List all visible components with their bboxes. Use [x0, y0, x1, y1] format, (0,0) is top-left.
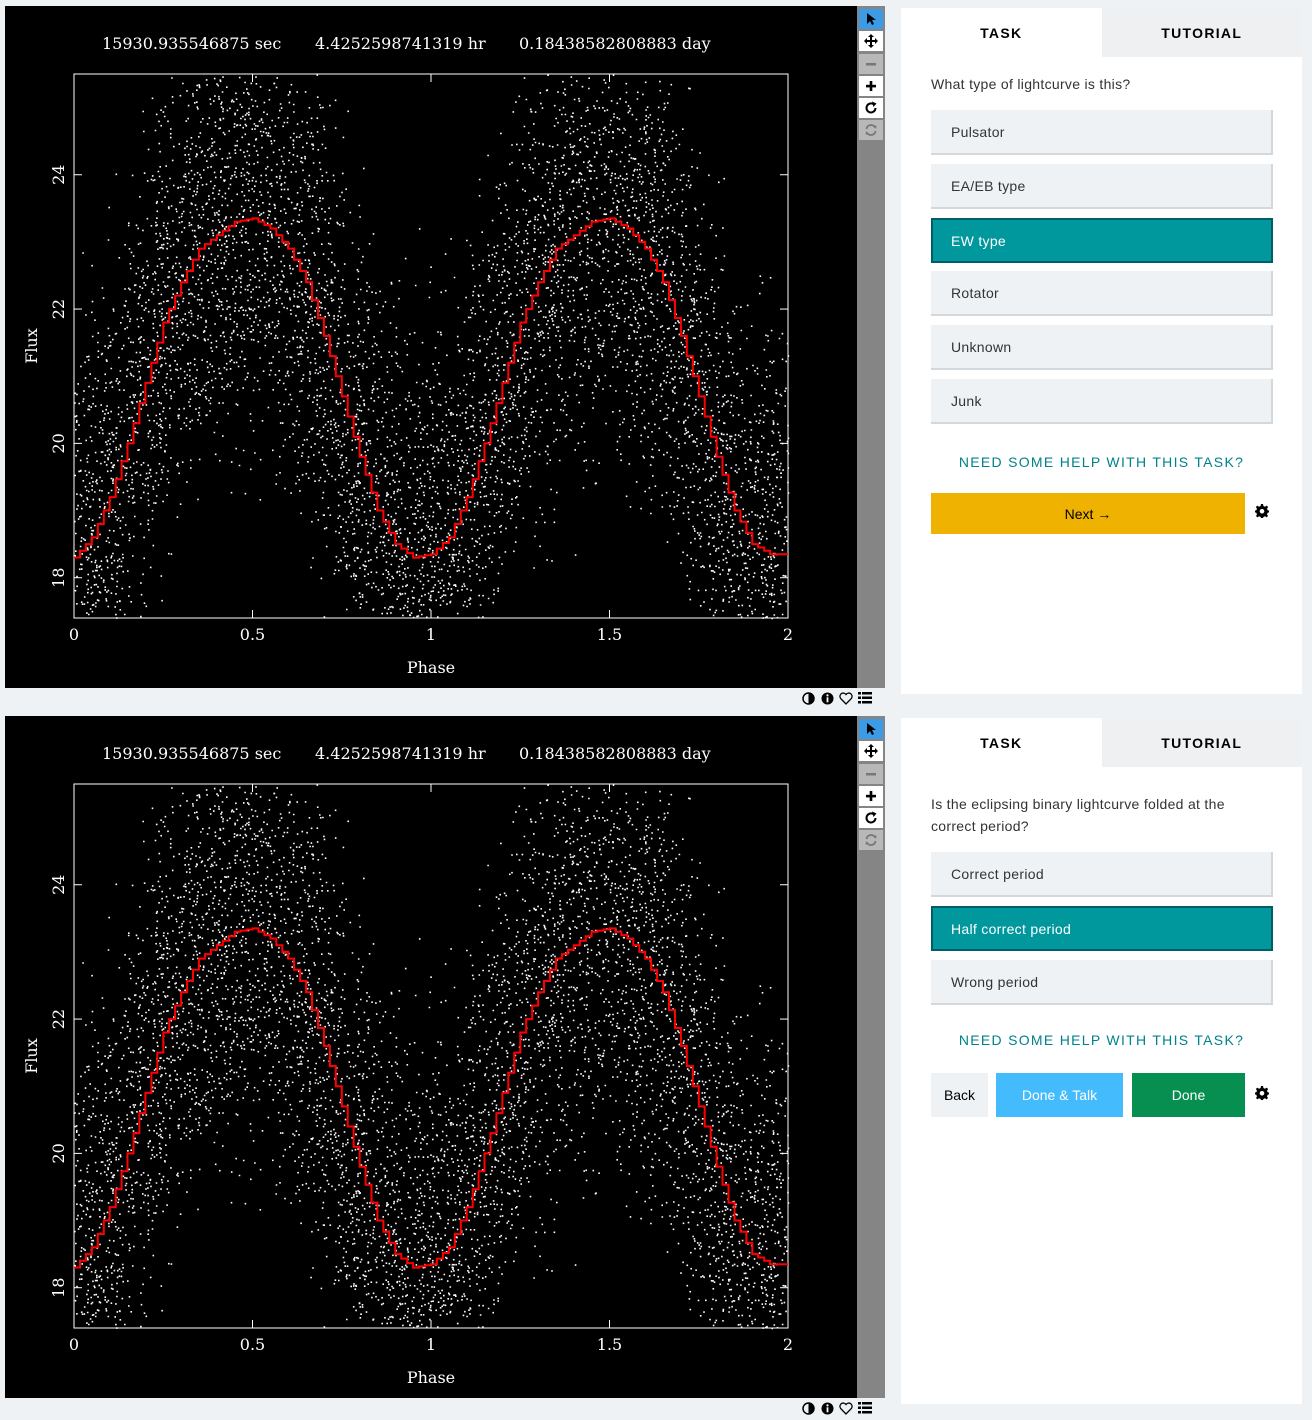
x-tick-label: 1.5 — [597, 625, 622, 644]
tab-task[interactable]: TASK — [901, 718, 1102, 767]
gear-icon[interactable] — [1255, 1086, 1269, 1103]
y-tick-label: 22 — [49, 1009, 68, 1029]
x-tick-label: 2 — [783, 625, 793, 644]
invert-icon[interactable] — [801, 691, 815, 705]
tab-task[interactable]: TASK — [901, 8, 1102, 57]
lightcurve-plot: 15930.935546875 sec 4.4252598741319 hr 0.1… — [22, 744, 793, 1387]
lightcurve-viewer[interactable]: 15930.935546875 sec 4.4252598741319 hr 0.1… — [5, 6, 857, 688]
answer-pulsator[interactable]: Pulsator — [931, 110, 1273, 155]
x-tick-label: 0.5 — [240, 625, 265, 644]
y-tick-label: 24 — [49, 875, 68, 895]
answer-junk[interactable]: Junk — [931, 379, 1273, 424]
observed-points — [74, 784, 790, 1330]
x-tick-label: 0 — [69, 625, 79, 644]
pan-icon[interactable] — [859, 31, 883, 51]
info-icon[interactable] — [820, 1401, 834, 1415]
period-days: 0.18438582808883 day — [519, 34, 711, 53]
answer-ea-eb-type[interactable]: EA/EB type — [931, 164, 1273, 209]
observed-points — [74, 74, 790, 620]
info-icon[interactable] — [820, 691, 834, 705]
task-question: Is the eclipsing binary lightcurve folde… — [931, 796, 1225, 834]
period-days: 0.18438582808883 day — [519, 744, 711, 763]
pointer-icon[interactable] — [859, 9, 883, 29]
subject-actions — [801, 690, 887, 706]
viewer-toolbar — [857, 6, 885, 688]
answer-rotator[interactable]: Rotator — [931, 271, 1273, 316]
y-axis-label: Flux — [22, 1038, 41, 1074]
tab-tutorial[interactable]: TUTORIAL — [1101, 718, 1302, 767]
x-tick-label: 2 — [783, 1335, 793, 1354]
lightcurve-plot: 15930.935546875 sec 4.4252598741319 hr 0.1… — [22, 34, 793, 677]
zoom-out-icon[interactable] — [859, 764, 883, 784]
y-tick-label: 24 — [49, 165, 68, 185]
answer-wrong-period[interactable]: Wrong period — [931, 960, 1273, 1005]
pointer-icon[interactable] — [859, 719, 883, 739]
y-axis-label: Flux — [22, 328, 41, 364]
classification-panel-1: 15930.935546875 sec 4.4252598741319 hr 0.1… — [0, 0, 1312, 710]
x-axis-label: Phase — [407, 658, 455, 677]
answer-half-correct-period[interactable]: Half correct period — [931, 906, 1273, 951]
x-axis-label: Phase — [407, 1368, 455, 1387]
pan-icon[interactable] — [859, 741, 883, 761]
task-question: What type of lightcurve is this? — [931, 76, 1131, 92]
gear-icon[interactable] — [1255, 504, 1269, 521]
lightcurve-viewer[interactable]: 15930.935546875 sec 4.4252598741319 hr 0.1… — [5, 716, 857, 1398]
subject-actions — [801, 1400, 887, 1416]
collections-icon[interactable] — [858, 1401, 872, 1415]
task-tabs: TASK TUTORIAL — [901, 8, 1302, 57]
x-tick-label: 1 — [426, 1335, 436, 1354]
help-link[interactable]: NEED SOME HELP WITH THIS TASK? — [901, 454, 1302, 470]
y-tick-label: 20 — [49, 433, 68, 453]
period-seconds: 15930.935546875 sec — [102, 744, 281, 763]
reset-icon[interactable] — [859, 120, 883, 140]
zoom-in-icon[interactable] — [859, 786, 883, 806]
x-tick-label: 0 — [69, 1335, 79, 1354]
rotate-icon[interactable] — [859, 808, 883, 828]
answer-correct-period[interactable]: Correct period — [931, 852, 1273, 897]
help-link[interactable]: NEED SOME HELP WITH THIS TASK? — [901, 1032, 1302, 1048]
favorite-icon[interactable] — [839, 1401, 853, 1415]
favorite-icon[interactable] — [839, 691, 853, 705]
next-button[interactable]: Next → — [931, 493, 1245, 534]
period-seconds: 15930.935546875 sec — [102, 34, 281, 53]
classification-panel-2: 15930.935546875 sec 4.4252598741319 hr 0.1… — [0, 710, 1312, 1420]
y-tick-label: 18 — [49, 1278, 68, 1298]
task-card: TASK TUTORIAL What type of lightcurve is… — [901, 8, 1302, 694]
period-hours: 4.4252598741319 hr — [315, 744, 486, 763]
zoom-in-icon[interactable] — [859, 76, 883, 96]
x-tick-label: 0.5 — [240, 1335, 265, 1354]
answer-ew-type[interactable]: EW type — [931, 218, 1273, 263]
zoom-out-icon[interactable] — [859, 54, 883, 74]
task-tabs: TASK TUTORIAL — [901, 718, 1302, 767]
done-button[interactable]: Done — [1132, 1073, 1245, 1117]
x-tick-label: 1.5 — [597, 1335, 622, 1354]
collections-icon[interactable] — [858, 691, 872, 705]
answer-unknown[interactable]: Unknown — [931, 325, 1273, 370]
done-and-talk-button[interactable]: Done & Talk — [996, 1073, 1123, 1117]
y-tick-label: 22 — [49, 299, 68, 319]
invert-icon[interactable] — [801, 1401, 815, 1415]
period-hours: 4.4252598741319 hr — [315, 34, 486, 53]
task-card: TASK TUTORIAL Is the eclipsing binary li… — [901, 718, 1302, 1404]
back-button[interactable]: Back — [931, 1073, 988, 1117]
reset-icon[interactable] — [859, 830, 883, 850]
y-tick-label: 18 — [49, 568, 68, 588]
rotate-icon[interactable] — [859, 98, 883, 118]
y-tick-label: 20 — [49, 1143, 68, 1163]
x-tick-label: 1 — [426, 625, 436, 644]
viewer-toolbar — [857, 716, 885, 1398]
tab-tutorial[interactable]: TUTORIAL — [1101, 8, 1302, 57]
